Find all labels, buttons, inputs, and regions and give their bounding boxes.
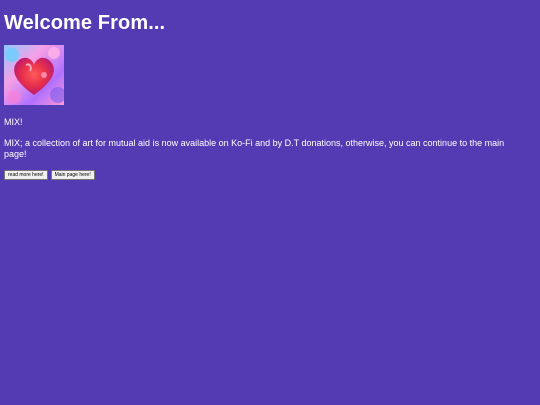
heart-artwork-image — [4, 45, 64, 105]
page-title: Welcome From... — [4, 12, 166, 34]
intro-text: MIX; a collection of art for mutual aid … — [4, 138, 505, 159]
main-page-button[interactable]: Main page here! — [50, 170, 95, 180]
button-row: read more here! Main page here! — [4, 170, 536, 180]
intro-title: MIX! — [4, 117, 23, 127]
page-content: Welcome From... MIX! MIX; a collection o… — [0, 0, 540, 180]
read-more-button[interactable]: read more here! — [4, 170, 48, 180]
